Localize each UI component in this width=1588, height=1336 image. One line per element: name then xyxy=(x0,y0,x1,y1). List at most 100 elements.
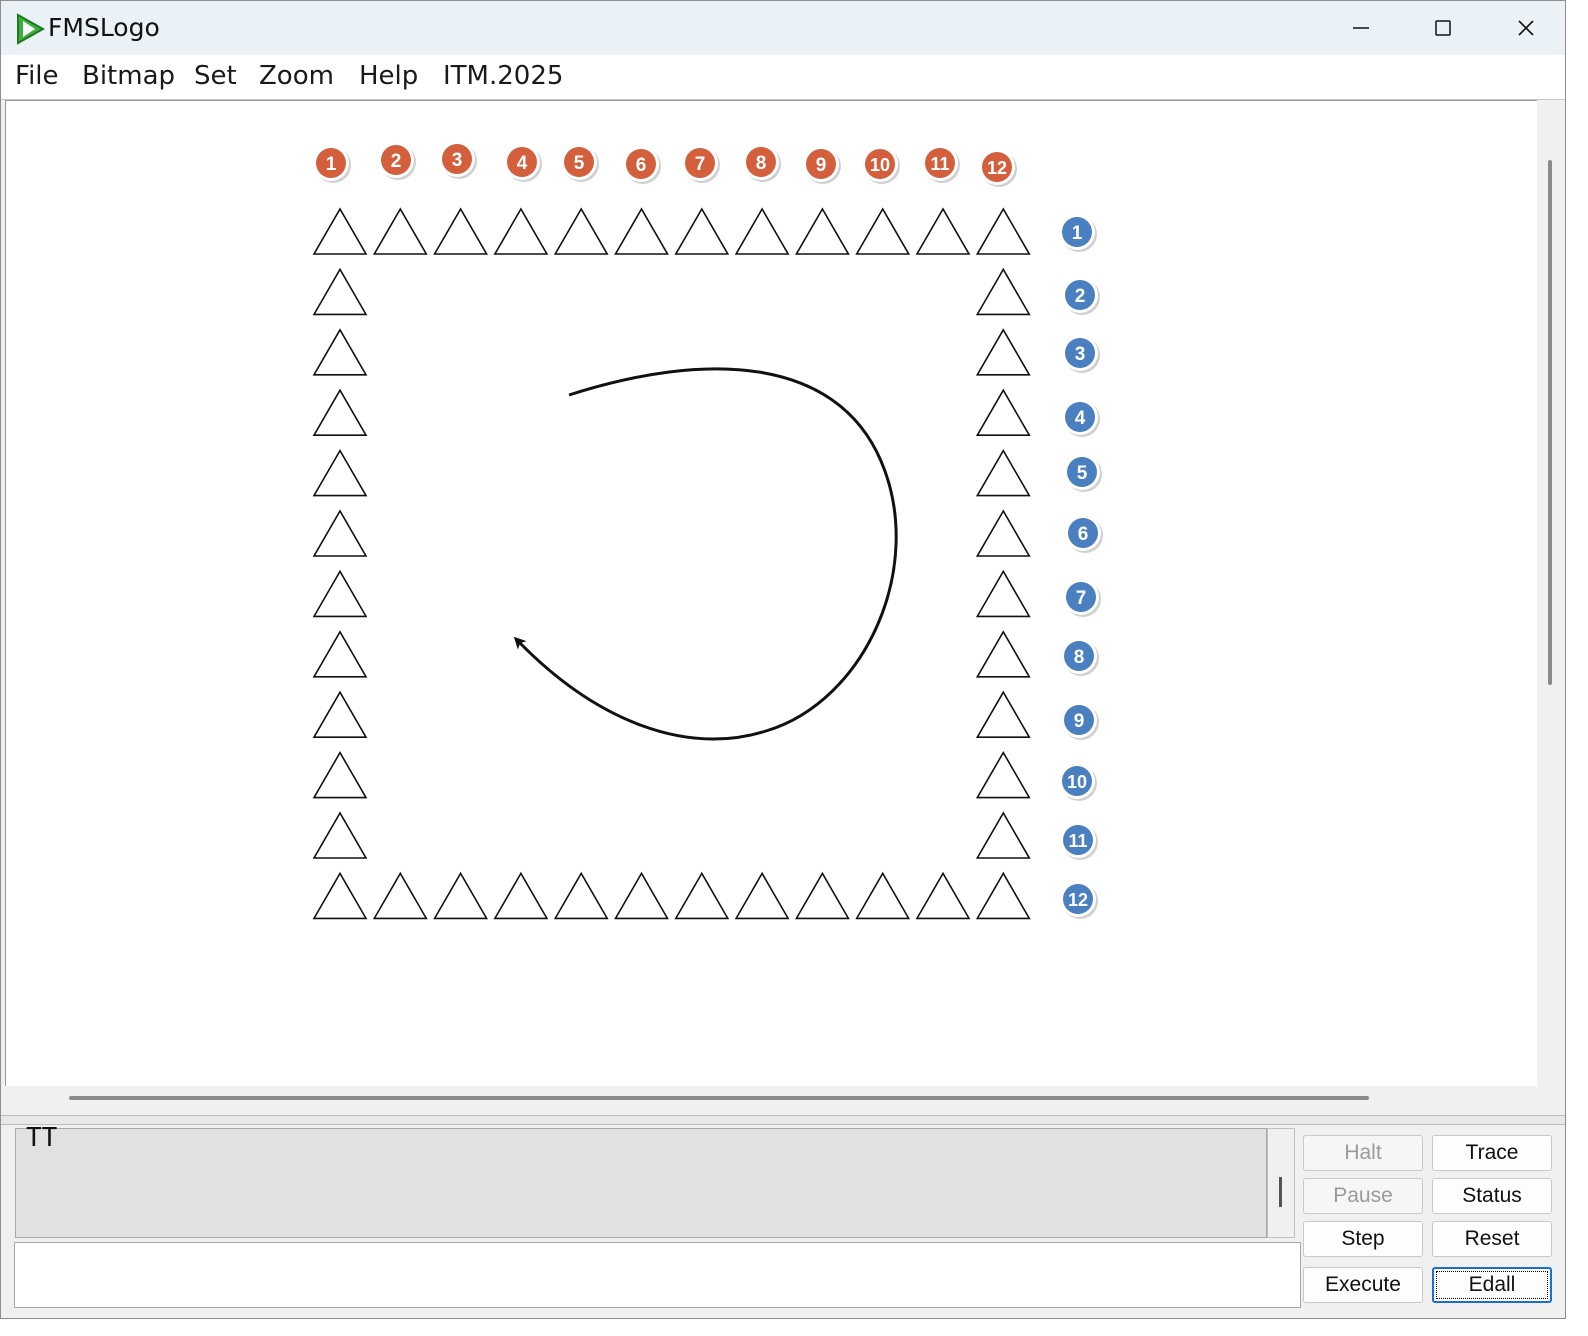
minimize-icon xyxy=(1353,27,1369,29)
maximize-button[interactable] xyxy=(1403,1,1483,55)
side-badge-8: 8 xyxy=(1061,638,1099,676)
pause-button[interactable]: Pause xyxy=(1303,1178,1423,1214)
vertical-scrollbar[interactable] xyxy=(1537,100,1565,1086)
top-badge-2: 2 xyxy=(378,142,416,180)
canvas-graphics: 1 2 3 4 5 6 7 8 9 10 11 12 123456789101112 xyxy=(312,141,1103,920)
menu-zoom[interactable]: Zoom xyxy=(259,61,334,91)
side-badge-3: 3 xyxy=(1062,335,1100,373)
side-badge-7: 7 xyxy=(1063,579,1101,617)
triangle-shape xyxy=(674,207,730,255)
triangle-shape xyxy=(975,811,1031,859)
title-bar: FMSLogo xyxy=(1,1,1565,55)
triangle-shape xyxy=(433,871,488,920)
horizontal-scrollbar[interactable] xyxy=(5,1086,1537,1114)
fmslogo-app-icon xyxy=(17,13,45,45)
menu-bitmap[interactable]: Bitmap xyxy=(82,61,175,91)
triangle-shape xyxy=(433,207,488,255)
circular-arrow xyxy=(513,367,898,741)
vertical-scroll-thumb[interactable] xyxy=(1548,160,1552,685)
output-text: TT xyxy=(26,1123,58,1153)
side-badge-1: 1 xyxy=(1059,214,1097,252)
close-button[interactable] xyxy=(1486,1,1565,55)
halt-button[interactable]: Halt xyxy=(1303,1135,1423,1171)
svg-text:3: 3 xyxy=(452,150,463,171)
triangle-shape xyxy=(975,630,1031,678)
triangle-shape xyxy=(493,871,549,920)
triangle-shape xyxy=(312,811,368,859)
top-badge-7: 7 xyxy=(682,145,720,183)
trace-button[interactable]: Trace xyxy=(1432,1135,1552,1171)
fmslogo-window: FMSLogo File Bitmap Set Zoom Help ITM.20… xyxy=(0,0,1566,1319)
triangle-shape xyxy=(312,449,368,497)
edall-button[interactable]: Edall xyxy=(1432,1267,1552,1303)
top-badge-12: 12 xyxy=(979,149,1017,187)
triangle-shape xyxy=(975,449,1031,497)
svg-text:5: 5 xyxy=(1077,463,1088,484)
triangle-shape xyxy=(795,207,850,255)
command-input[interactable] xyxy=(14,1242,1301,1308)
side-badge-2: 2 xyxy=(1062,277,1100,315)
triangle-shape xyxy=(553,207,609,255)
side-badge-10: 10 xyxy=(1059,763,1097,801)
top-badge-4: 4 xyxy=(504,144,542,182)
output-scrollbar[interactable] xyxy=(1267,1128,1295,1238)
svg-text:11: 11 xyxy=(1068,831,1087,851)
triangle-shape xyxy=(372,207,428,255)
svg-text:12: 12 xyxy=(987,158,1007,178)
triangle-shape xyxy=(734,871,790,920)
triangle-shape xyxy=(312,630,368,678)
triangle-shape xyxy=(975,751,1031,799)
triangle-shape xyxy=(795,871,850,920)
triangle-shape xyxy=(493,207,549,255)
svg-text:8: 8 xyxy=(1074,647,1085,668)
triangle-shape xyxy=(312,569,368,618)
svg-text:10: 10 xyxy=(1067,772,1087,792)
commander-output: TT xyxy=(15,1123,1267,1238)
triangle-shape xyxy=(312,751,368,799)
svg-text:12: 12 xyxy=(1068,890,1088,910)
triangle-shape xyxy=(614,871,669,920)
top-badge-11: 11 xyxy=(922,145,960,183)
svg-text:6: 6 xyxy=(1078,524,1089,545)
menu-bar: File Bitmap Set Zoom Help ITM.2025 xyxy=(1,55,1565,100)
triangle-shape xyxy=(674,871,730,920)
step-button[interactable]: Step xyxy=(1303,1221,1423,1257)
pane-splitter[interactable] xyxy=(1,1115,1565,1125)
top-badge-1: 1 xyxy=(313,145,351,183)
triangle-shape xyxy=(975,388,1031,437)
execute-button[interactable]: Execute xyxy=(1303,1267,1423,1303)
triangle-shape xyxy=(312,267,368,316)
side-badge-12: 12 xyxy=(1060,881,1098,919)
svg-text:10: 10 xyxy=(870,155,890,175)
svg-text:2: 2 xyxy=(1075,286,1086,307)
menu-set[interactable]: Set xyxy=(194,61,237,91)
top-badge-8: 8 xyxy=(743,144,781,182)
output-scroll-thumb[interactable] xyxy=(1279,1177,1282,1207)
svg-text:8: 8 xyxy=(756,153,767,174)
horizontal-scroll-thumb[interactable] xyxy=(69,1096,1369,1100)
maximize-icon xyxy=(1435,20,1451,36)
svg-text:3: 3 xyxy=(1075,344,1086,365)
triangle-shape xyxy=(915,871,971,920)
drawing-canvas[interactable]: 1 2 3 4 5 6 7 8 9 10 11 12 1 2 3 4 5 6 7 8 9 10 11 12 xyxy=(5,100,1538,1087)
menu-file[interactable]: File xyxy=(15,61,59,91)
svg-text:4: 4 xyxy=(1075,408,1086,429)
menu-itm2025[interactable]: ITM.2025 xyxy=(443,61,563,91)
svg-text:6: 6 xyxy=(636,155,647,176)
top-badge-5: 5 xyxy=(561,144,599,182)
svg-text:1: 1 xyxy=(326,154,337,175)
triangle-shape xyxy=(614,207,669,255)
triangle-shape xyxy=(975,569,1031,618)
reset-button[interactable]: Reset xyxy=(1432,1221,1552,1257)
triangle-border xyxy=(312,207,1031,920)
svg-text:9: 9 xyxy=(1074,711,1085,732)
triangle-shape xyxy=(915,207,971,255)
side-badge-5: 5 xyxy=(1064,454,1102,492)
top-badge-3: 3 xyxy=(439,141,477,179)
status-button[interactable]: Status xyxy=(1432,1178,1552,1214)
minimize-button[interactable] xyxy=(1321,1,1401,55)
triangle-shape xyxy=(855,207,911,255)
menu-help[interactable]: Help xyxy=(359,61,418,91)
close-icon xyxy=(1518,20,1534,36)
triangle-shape xyxy=(312,509,368,557)
